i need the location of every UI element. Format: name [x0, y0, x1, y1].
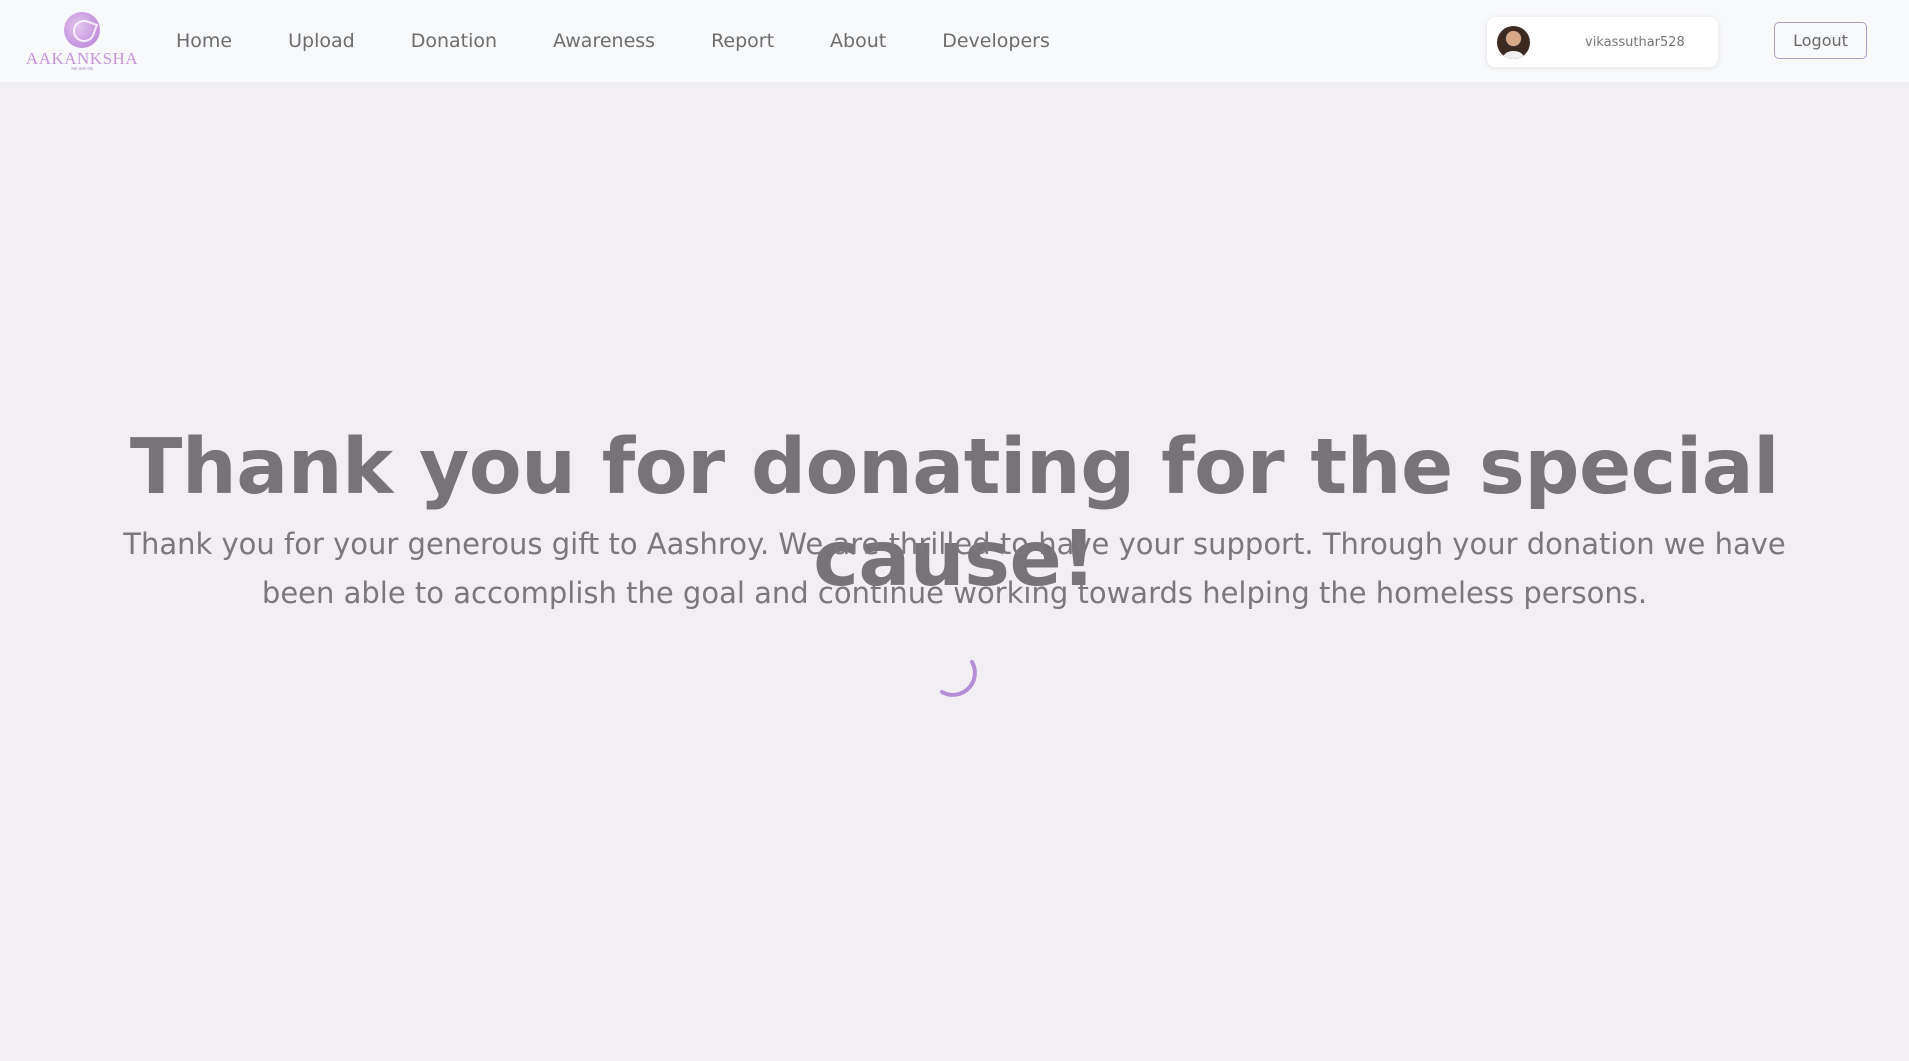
- logo-subtext: स्वप्न आशा पंख: [71, 66, 93, 71]
- logo-text: AAKANKSHA: [25, 49, 139, 68]
- avatar: [1497, 25, 1530, 59]
- loading-spinner-icon: [940, 660, 977, 697]
- spinner-arc: [940, 660, 977, 697]
- nav-link-home[interactable]: Home: [176, 30, 232, 52]
- nav-link-developers[interactable]: Developers: [942, 30, 1050, 52]
- nav-links: Home Upload Donation Awareness Report Ab…: [176, 0, 1106, 82]
- logo[interactable]: AAKANKSHA स्वप्न आशा पंख: [26, 12, 138, 72]
- logo-icon: [64, 12, 100, 48]
- logout-button[interactable]: Logout: [1774, 22, 1867, 59]
- username: vikassuthar528: [1585, 34, 1685, 50]
- user-profile-chip[interactable]: vikassuthar528: [1487, 17, 1718, 67]
- thank-you-message: Thank you for your generous gift to Aash…: [123, 527, 1786, 610]
- nav-link-upload[interactable]: Upload: [288, 30, 355, 52]
- nav-link-awareness[interactable]: Awareness: [553, 30, 655, 52]
- nav-link-about[interactable]: About: [830, 30, 886, 52]
- nav-link-report[interactable]: Report: [711, 30, 774, 52]
- navbar: AAKANKSHA स्वप्न आशा पंख Home Upload Don…: [0, 0, 1909, 82]
- nav-link-donation[interactable]: Donation: [411, 30, 497, 52]
